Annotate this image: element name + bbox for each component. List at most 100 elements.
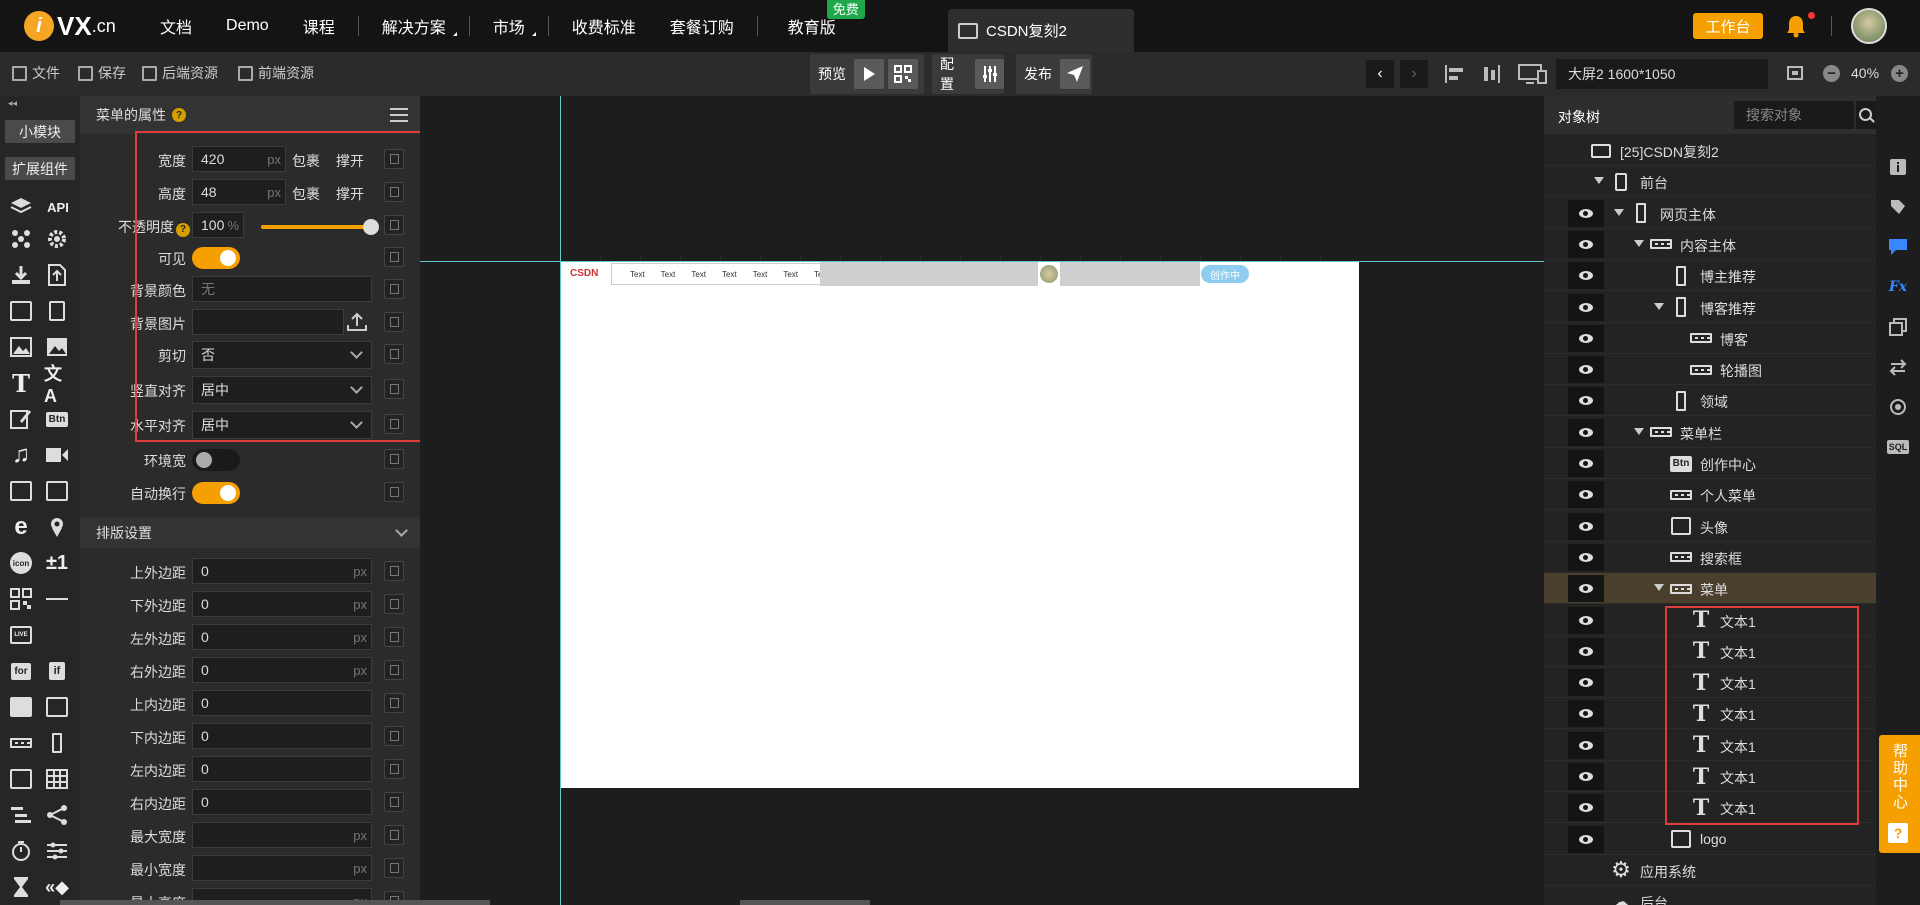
text-block-icon[interactable] bbox=[8, 478, 34, 504]
tree-node[interactable]: 网页主体 bbox=[1544, 198, 1876, 229]
visibility-toggle[interactable] bbox=[1568, 825, 1604, 853]
visibility-toggle[interactable] bbox=[1568, 387, 1604, 415]
video-icon[interactable] bbox=[44, 442, 70, 468]
record-icon[interactable] bbox=[1888, 398, 1908, 416]
counter-icon[interactable]: ±1 bbox=[44, 550, 70, 576]
app-tab[interactable]: CSDN复刻2 bbox=[948, 9, 1134, 52]
ie-browser-icon[interactable]: e bbox=[8, 513, 34, 540]
vertical-container-icon[interactable] bbox=[44, 730, 70, 756]
tree-node[interactable]: logo bbox=[1544, 824, 1876, 855]
align-left-icon[interactable] bbox=[1444, 64, 1466, 84]
backend-resources-button[interactable]: 后端资源 bbox=[142, 63, 218, 83]
expand-caret-icon[interactable] bbox=[1654, 584, 1664, 592]
comment-icon[interactable] bbox=[1888, 238, 1908, 256]
expand-caret-icon[interactable] bbox=[1634, 239, 1644, 247]
settings-sliders-icon[interactable] bbox=[44, 838, 70, 864]
preview-search-box[interactable] bbox=[820, 262, 1038, 286]
send-icon[interactable] bbox=[1060, 59, 1090, 89]
tree-node[interactable]: 个人菜单 bbox=[1544, 479, 1876, 511]
divider-icon[interactable] bbox=[44, 586, 70, 612]
copy-doc-icon[interactable] bbox=[1888, 318, 1908, 336]
collapse-icon[interactable]: ◂◂ bbox=[8, 98, 17, 109]
bell-icon[interactable] bbox=[1785, 14, 1807, 38]
file-button[interactable]: 文件 bbox=[12, 63, 60, 83]
forward-arrow-icon[interactable]: › bbox=[1400, 60, 1428, 88]
nav-education[interactable]: 教育版 免费 bbox=[764, 0, 865, 38]
tree-node[interactable]: ☁ 后台 bbox=[1544, 886, 1876, 905]
layout-row-input[interactable]: 0 bbox=[192, 756, 372, 782]
visibility-toggle[interactable] bbox=[1568, 637, 1604, 665]
tree-node[interactable]: 领域 bbox=[1544, 385, 1876, 417]
tree-node[interactable]: 头像 bbox=[1544, 511, 1876, 542]
visibility-toggle[interactable] bbox=[1568, 230, 1604, 258]
qrcode-icon[interactable] bbox=[888, 59, 918, 89]
expand-caret-icon[interactable] bbox=[1634, 427, 1644, 435]
visibility-toggle[interactable] bbox=[1568, 794, 1604, 822]
form-icon[interactable] bbox=[8, 298, 34, 324]
database-icon[interactable] bbox=[8, 194, 34, 220]
copy-icon[interactable] bbox=[384, 693, 404, 713]
object-tree-title[interactable]: 对象树 bbox=[1558, 107, 1600, 127]
artboard[interactable]: CSDN Text Text Text Text Text Text Text … bbox=[560, 262, 1359, 788]
preview-group[interactable]: 预览 bbox=[810, 54, 924, 94]
shuffle-icon[interactable] bbox=[8, 694, 34, 720]
tree-node[interactable]: [25]CSDN复刻2 bbox=[1544, 135, 1876, 166]
image-gallery-icon[interactable] bbox=[44, 334, 70, 360]
rich-text-icon[interactable] bbox=[44, 478, 70, 504]
visibility-toggle[interactable] bbox=[1568, 543, 1604, 571]
copy-icon[interactable] bbox=[384, 561, 404, 581]
help-icon[interactable]: ? bbox=[172, 108, 186, 122]
sql-icon[interactable]: SQL bbox=[1886, 438, 1910, 456]
copy-icon[interactable] bbox=[384, 759, 404, 779]
frontend-resources-button[interactable]: 前端资源 bbox=[238, 63, 314, 83]
layout-row-input[interactable]: 0 bbox=[192, 690, 372, 716]
text-icon[interactable]: T bbox=[8, 369, 34, 398]
layout-row-input[interactable]: 0 px bbox=[192, 657, 372, 683]
copy-icon[interactable] bbox=[384, 792, 404, 812]
back-arrow-icon[interactable]: ‹ bbox=[1366, 60, 1394, 88]
share-nodes-icon[interactable] bbox=[44, 802, 70, 828]
layout-row-input[interactable]: px bbox=[192, 855, 372, 881]
copy-pages-icon[interactable] bbox=[44, 298, 70, 324]
layout-section-header[interactable]: 排版设置 bbox=[80, 518, 420, 548]
visibility-toggle[interactable] bbox=[1568, 481, 1604, 509]
config-group[interactable]: 配置 bbox=[932, 54, 1004, 94]
nav-docs[interactable]: 文档 bbox=[148, 14, 209, 38]
visibility-toggle[interactable] bbox=[1568, 199, 1604, 227]
preview-personal-menu[interactable] bbox=[1060, 262, 1200, 286]
save-button[interactable]: 保存 bbox=[78, 63, 126, 83]
copy-icon[interactable] bbox=[384, 594, 404, 614]
layout-row-input[interactable]: 0 px bbox=[192, 558, 372, 584]
nav-solutions[interactable]: 解决方案 bbox=[365, 14, 463, 38]
tree-node[interactable]: Btn 创作中心 bbox=[1544, 448, 1876, 479]
hourglass-icon[interactable] bbox=[8, 874, 34, 900]
visibility-toggle[interactable] bbox=[1568, 606, 1604, 634]
visibility-toggle[interactable] bbox=[1568, 418, 1604, 446]
tree-node[interactable]: 搜索框 bbox=[1544, 542, 1876, 573]
visibility-toggle[interactable] bbox=[1568, 700, 1604, 728]
copy-icon[interactable] bbox=[384, 482, 404, 502]
sliders-icon[interactable] bbox=[975, 59, 1004, 89]
horizontal-scrollbar[interactable] bbox=[60, 900, 490, 905]
expand-caret-icon[interactable] bbox=[1594, 177, 1604, 185]
zoom-in-icon[interactable]: + bbox=[1891, 65, 1908, 82]
menu-icon[interactable] bbox=[390, 108, 408, 122]
nav-market[interactable]: 市场 bbox=[476, 14, 542, 38]
visibility-toggle[interactable] bbox=[1568, 763, 1604, 790]
nav-courses[interactable]: 课程 bbox=[286, 14, 352, 38]
map-pin-icon[interactable] bbox=[44, 514, 70, 540]
tree-node[interactable]: ⚙ 应用系统 bbox=[1544, 855, 1876, 886]
nav-packages[interactable]: 套餐订购 bbox=[653, 14, 751, 38]
visibility-toggle[interactable] bbox=[1568, 575, 1604, 603]
network-icon[interactable] bbox=[8, 226, 34, 252]
if-condition-icon[interactable]: if bbox=[44, 658, 70, 684]
edit-icon[interactable] bbox=[8, 406, 34, 432]
visibility-toggle[interactable] bbox=[1568, 356, 1604, 384]
tree-node[interactable]: 菜单 bbox=[1544, 573, 1876, 605]
image-icon[interactable] bbox=[8, 334, 34, 360]
tree-node[interactable]: 前台 bbox=[1544, 166, 1876, 198]
extension-component-button[interactable]: 扩展组件 bbox=[5, 157, 75, 180]
preview-avatar[interactable] bbox=[1040, 265, 1058, 283]
sort-icon[interactable] bbox=[8, 766, 34, 792]
envwidth-toggle[interactable] bbox=[192, 449, 240, 471]
